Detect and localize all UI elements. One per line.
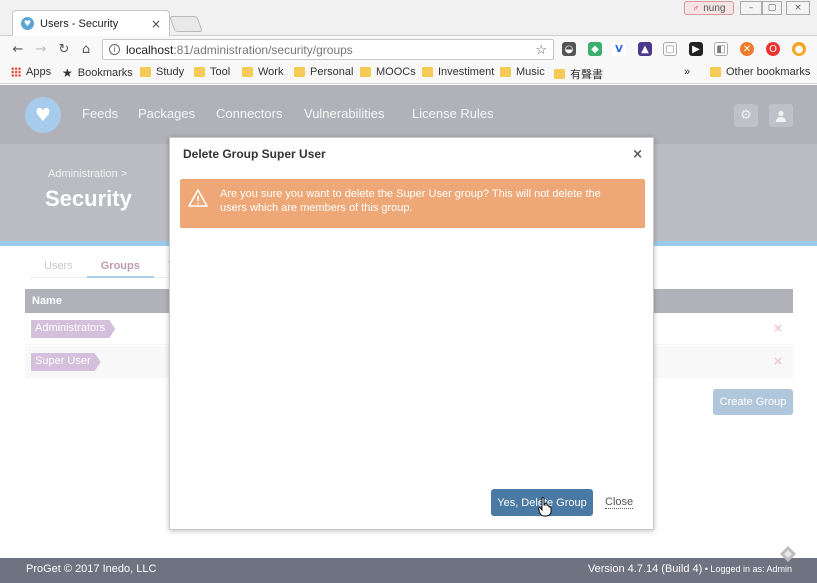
- url-host: localhost: [126, 42, 174, 57]
- footer-copyright: ProGet © 2017 Inedo, LLC: [26, 563, 157, 575]
- bookmark-star-icon[interactable]: ☆: [535, 42, 547, 58]
- url-path: :81/administration/security/groups: [173, 42, 353, 57]
- reload-icon[interactable]: ↻: [56, 41, 72, 57]
- bookmark-folder[interactable]: Study: [140, 66, 184, 78]
- folder-icon: [242, 67, 253, 77]
- new-tab-button[interactable]: [169, 16, 203, 32]
- folder-icon: [422, 67, 433, 77]
- back-arrow-icon[interactable]: ←: [10, 41, 26, 57]
- dialog-title: Delete Group Super User: [183, 147, 326, 161]
- bookmark-folder[interactable]: Personal: [294, 66, 353, 78]
- bookmark-label: Personal: [310, 66, 354, 78]
- bookmark-label: Work: [258, 66, 284, 78]
- bookmark-label: Other bookmarks: [726, 66, 811, 78]
- bookmarks-overflow[interactable]: »: [684, 66, 690, 78]
- bookmark-folder[interactable]: Music: [500, 66, 545, 78]
- bookmark-folder[interactable]: Tool: [194, 66, 230, 78]
- green-extension-icon[interactable]: ◆: [588, 42, 602, 56]
- pocket-extension-icon[interactable]: ◒: [562, 42, 576, 56]
- folder-icon: [194, 67, 205, 77]
- profile-icon: ♂: [692, 3, 700, 13]
- site-info-icon[interactable]: i: [109, 44, 120, 55]
- address-bar[interactable]: i localhost:81/administration/security/g…: [102, 39, 554, 60]
- bookmark-other[interactable]: Other bookmarks: [710, 66, 810, 78]
- footer: ProGet © 2017 Inedo, LLC Version 4.7.14 …: [0, 558, 817, 583]
- corner-diamond-icon: [780, 546, 796, 562]
- home-icon[interactable]: ⌂: [78, 41, 94, 57]
- bookmark-bookmarks[interactable]: ★ Bookmarks: [62, 66, 133, 80]
- folder-icon: [360, 67, 371, 77]
- close-link[interactable]: Close: [605, 496, 634, 509]
- hand-cursor-icon: [538, 497, 552, 517]
- profile-name: nung: [703, 2, 726, 14]
- folder-icon: [710, 67, 721, 77]
- delete-group-dialog: Delete Group Super User × Are you sure y…: [169, 137, 654, 530]
- logged-in-text: • Logged in as: Admin: [702, 564, 792, 574]
- bookmark-folder[interactable]: 有聲書: [554, 66, 603, 82]
- orange-extension-icon[interactable]: ✕: [740, 42, 754, 56]
- star-icon: ★: [62, 66, 73, 80]
- bookmark-folder[interactable]: MOOCs: [360, 66, 416, 78]
- folder-icon: [554, 69, 565, 79]
- bookmarks-bar: Apps ★ Bookmarks Study Tool Work Persona…: [0, 62, 817, 84]
- folder-icon: [500, 67, 511, 77]
- panel-extension-icon[interactable]: ◧: [714, 42, 728, 56]
- proget-favicon-icon: ♥: [21, 17, 34, 30]
- apps-grid-icon: [11, 67, 21, 77]
- bookmark-apps[interactable]: Apps: [11, 66, 51, 78]
- bookmark-folder[interactable]: Work: [242, 66, 283, 78]
- warning-triangle-icon: [188, 189, 208, 207]
- tab-close-icon[interactable]: ×: [151, 17, 161, 31]
- bookmark-label: Tool: [210, 66, 231, 78]
- folder-icon: [294, 67, 305, 77]
- copy-extension-icon[interactable]: ▢: [663, 42, 677, 56]
- warning-message: Are you sure you want to delete the Supe…: [220, 188, 601, 214]
- bookmark-bookmarks-label: Bookmarks: [77, 67, 133, 79]
- version-text: Version 4.7.14 (Build 4): [587, 563, 703, 575]
- tab-title: Users - Security: [40, 17, 119, 30]
- window-close-button[interactable]: ×: [786, 1, 810, 15]
- maximize-button[interactable]: ▢: [762, 1, 782, 15]
- minimize-button[interactable]: –: [740, 1, 762, 15]
- bookmark-label: MOOCs: [376, 66, 416, 78]
- bookmark-label: Study: [156, 66, 185, 78]
- footer-version: Version 4.7.14 (Build 4) • Logged in as:…: [588, 563, 792, 575]
- profile-chip[interactable]: ♂ nung: [684, 1, 734, 15]
- browser-tabstrip: ♥ Users - Security × ♂ nung – ▢ ×: [0, 0, 817, 36]
- v-extension-icon[interactable]: V: [612, 42, 626, 56]
- browser-toolbar: ← → ↻ ⌂ i localhost:81/administration/se…: [0, 36, 817, 62]
- purple-extension-icon[interactable]: ▲: [638, 42, 652, 56]
- warning-alert: Are you sure you want to delete the Supe…: [180, 179, 645, 228]
- bookmark-apps-label: Apps: [26, 66, 52, 78]
- bookmark-label: Investiment: [438, 66, 495, 78]
- yellow-extension-icon[interactable]: ●: [792, 42, 806, 56]
- play-extension-icon[interactable]: ▶: [689, 42, 703, 56]
- forward-arrow-icon[interactable]: →: [33, 41, 49, 57]
- folder-icon: [140, 67, 151, 77]
- bookmark-folder[interactable]: Investiment: [422, 66, 494, 78]
- opera-extension-icon[interactable]: O: [766, 42, 780, 56]
- dialog-close-icon[interactable]: ×: [632, 147, 643, 162]
- bookmark-label: 有聲書: [570, 69, 603, 81]
- browser-tab-active[interactable]: ♥ Users - Security ×: [12, 10, 170, 36]
- bookmark-label: Music: [516, 66, 545, 78]
